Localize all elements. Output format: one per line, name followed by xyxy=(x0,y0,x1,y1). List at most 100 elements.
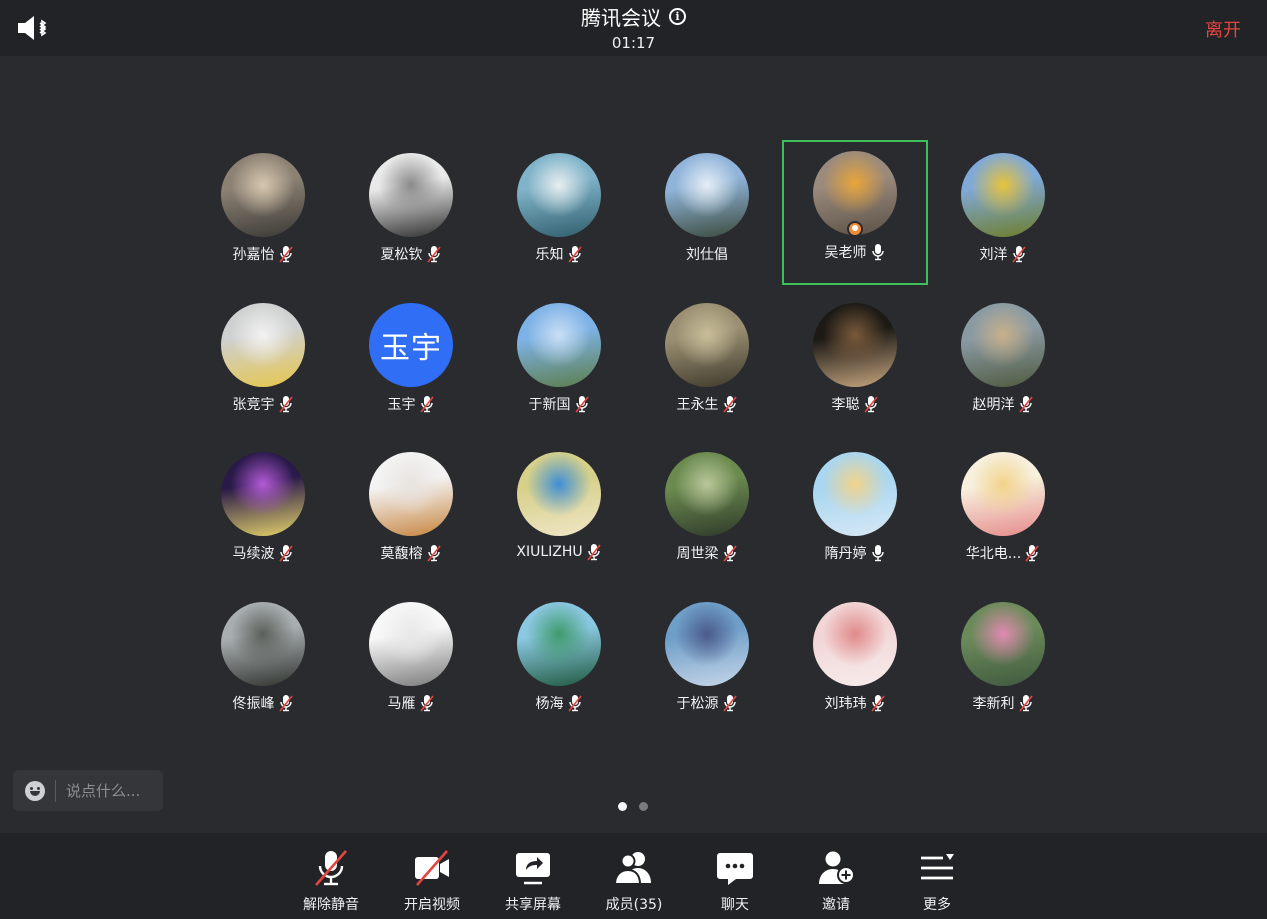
participant-tile[interactable]: 玉宇 玉宇 xyxy=(337,292,485,442)
participant-name-row: 马续波 xyxy=(233,543,294,563)
page-dot-2[interactable] xyxy=(639,802,648,811)
meeting-title[interactable]: 腾讯会议 i xyxy=(581,2,686,31)
participant-tile[interactable]: 赵明洋 xyxy=(929,292,1077,442)
chat-label: 聊天 xyxy=(721,897,749,913)
participant-name: 赵明洋 xyxy=(972,396,1015,413)
members-button[interactable]: 成员(35) xyxy=(589,847,679,914)
mic-muted-icon xyxy=(426,246,441,263)
participant-name-row: 刘洋 xyxy=(980,244,1027,264)
participant-tile[interactable]: 隋丹婷 xyxy=(781,441,929,591)
participant-tile[interactable]: 孙嘉怡 xyxy=(189,142,337,292)
avatar xyxy=(517,601,601,686)
participant-name: 李新利 xyxy=(972,695,1015,712)
page-indicator xyxy=(618,802,648,811)
participant-tile[interactable]: 于新国 xyxy=(485,292,633,442)
start-video-label: 开启视频 xyxy=(404,897,460,913)
participant-name-row: 乐知 xyxy=(536,244,583,264)
avatar xyxy=(665,601,749,686)
participant-name: 王永生 xyxy=(676,396,719,413)
participant-name-row: 夏松钦 xyxy=(381,244,442,264)
participant-tile[interactable]: 夏松钦 xyxy=(337,142,485,292)
participant-name-row: 隋丹婷 xyxy=(825,543,886,563)
participant-name: 刘仕倡 xyxy=(686,247,728,263)
participant-name-row: 孙嘉怡 xyxy=(233,244,294,264)
participant-name: 周世梁 xyxy=(676,546,719,562)
mic-muted-icon xyxy=(1025,545,1039,562)
more-button[interactable]: 更多 xyxy=(892,847,982,914)
participant-tile[interactable]: 华北电... xyxy=(929,441,1077,591)
participant-name-row: 刘玮玮 xyxy=(825,693,886,713)
video-off-icon xyxy=(415,850,449,886)
participant-name-row: XIULIZHU xyxy=(516,543,601,561)
participant-tile[interactable]: 乐知 xyxy=(485,142,633,292)
avatar xyxy=(221,153,305,237)
avatar xyxy=(961,302,1045,387)
avatar xyxy=(369,601,453,686)
participant-name: 隋丹婷 xyxy=(824,546,867,562)
top-bar: 腾讯会议 i 01:17 离开 xyxy=(0,0,1267,56)
participant-name: 张竞宇 xyxy=(232,396,275,413)
participant-name: 华北电... xyxy=(965,546,1022,562)
participant-name: 吴老师 xyxy=(824,245,867,261)
participant-tile[interactable]: 杨海 xyxy=(485,591,633,741)
more-label: 更多 xyxy=(923,897,951,913)
mic-muted-icon xyxy=(863,395,878,412)
participant-grid: 孙嘉怡 夏松钦 乐知 刘仕倡 吴老师 刘洋 张竞宇 玉宇 玉宇 于新国 王永生 李聪 赵明洋 马续波 莫馥榕… xyxy=(189,140,1077,741)
participant-tile[interactable]: 于松源 xyxy=(633,591,781,741)
members-icon xyxy=(613,852,651,885)
muted-mic-icon xyxy=(315,850,347,886)
participant-tile[interactable]: 刘仕倡 xyxy=(633,142,781,292)
mic-muted-icon xyxy=(278,694,293,711)
mic-muted-icon xyxy=(722,545,737,562)
mic-muted-icon xyxy=(587,544,601,561)
participant-name-row: 李新利 xyxy=(973,693,1034,713)
participant-name-row: 李聪 xyxy=(832,394,879,414)
participant-tile[interactable]: 李聪 xyxy=(781,292,929,442)
chat-divider xyxy=(55,779,56,802)
more-menu-icon xyxy=(921,854,954,880)
participant-tile[interactable]: 佟振峰 xyxy=(189,591,337,741)
start-video-button[interactable]: 开启视频 xyxy=(387,847,477,914)
participant-tile[interactable]: 莫馥榕 xyxy=(337,441,485,591)
info-icon[interactable]: i xyxy=(669,8,686,25)
invite-label: 邀请 xyxy=(822,897,850,913)
participant-name-row: 刘仕倡 xyxy=(686,244,728,264)
participant-name-row: 马雁 xyxy=(388,693,435,713)
meeting-title-text: 腾讯会议 xyxy=(581,6,661,30)
avatar xyxy=(517,302,601,387)
mic-on-icon xyxy=(871,545,884,562)
participant-name: 刘洋 xyxy=(979,247,1008,263)
participant-tile[interactable]: 吴老师 xyxy=(782,140,928,285)
participant-name: 莫馥榕 xyxy=(380,546,423,562)
meeting-title-area: 腾讯会议 i 01:17 xyxy=(0,2,1267,52)
participant-tile[interactable]: 李新利 xyxy=(929,591,1077,741)
participant-tile[interactable]: 马雁 xyxy=(337,591,485,741)
page-dot-1[interactable] xyxy=(618,802,627,811)
leave-button[interactable]: 离开 xyxy=(1205,16,1241,42)
participant-tile[interactable]: 刘洋 xyxy=(929,142,1077,292)
participant-name-row: 玉宇 xyxy=(388,394,435,414)
participant-name-row: 莫馥榕 xyxy=(381,543,442,563)
participant-name: 李聪 xyxy=(831,396,860,413)
unmute-button[interactable]: 解除静音 xyxy=(286,847,376,914)
share-screen-icon xyxy=(516,853,550,885)
emoji-icon[interactable] xyxy=(25,780,45,801)
avatar: 玉宇 xyxy=(369,302,453,387)
participant-tile[interactable]: 刘玮玮 xyxy=(781,591,929,741)
share-screen-button[interactable]: 共享屏幕 xyxy=(488,847,578,914)
avatar xyxy=(517,153,601,237)
participant-tile[interactable]: 周世梁 xyxy=(633,441,781,591)
participant-tile[interactable]: 王永生 xyxy=(633,292,781,442)
participant-tile[interactable]: 张竞宇 xyxy=(189,292,337,442)
participant-tile[interactable]: XIULIZHU xyxy=(485,441,633,591)
participant-name-row: 佟振峰 xyxy=(233,693,294,713)
chat-icon xyxy=(717,853,753,885)
avatar xyxy=(665,452,749,536)
participant-name: 孙嘉怡 xyxy=(232,247,275,263)
chat-input[interactable]: 说点什么... xyxy=(13,770,163,811)
mic-muted-icon xyxy=(278,246,293,263)
invite-button[interactable]: 邀请 xyxy=(791,847,881,914)
participant-tile[interactable]: 马续波 xyxy=(189,441,337,591)
mic-muted-icon xyxy=(278,545,293,562)
chat-button[interactable]: 聊天 xyxy=(690,847,780,914)
